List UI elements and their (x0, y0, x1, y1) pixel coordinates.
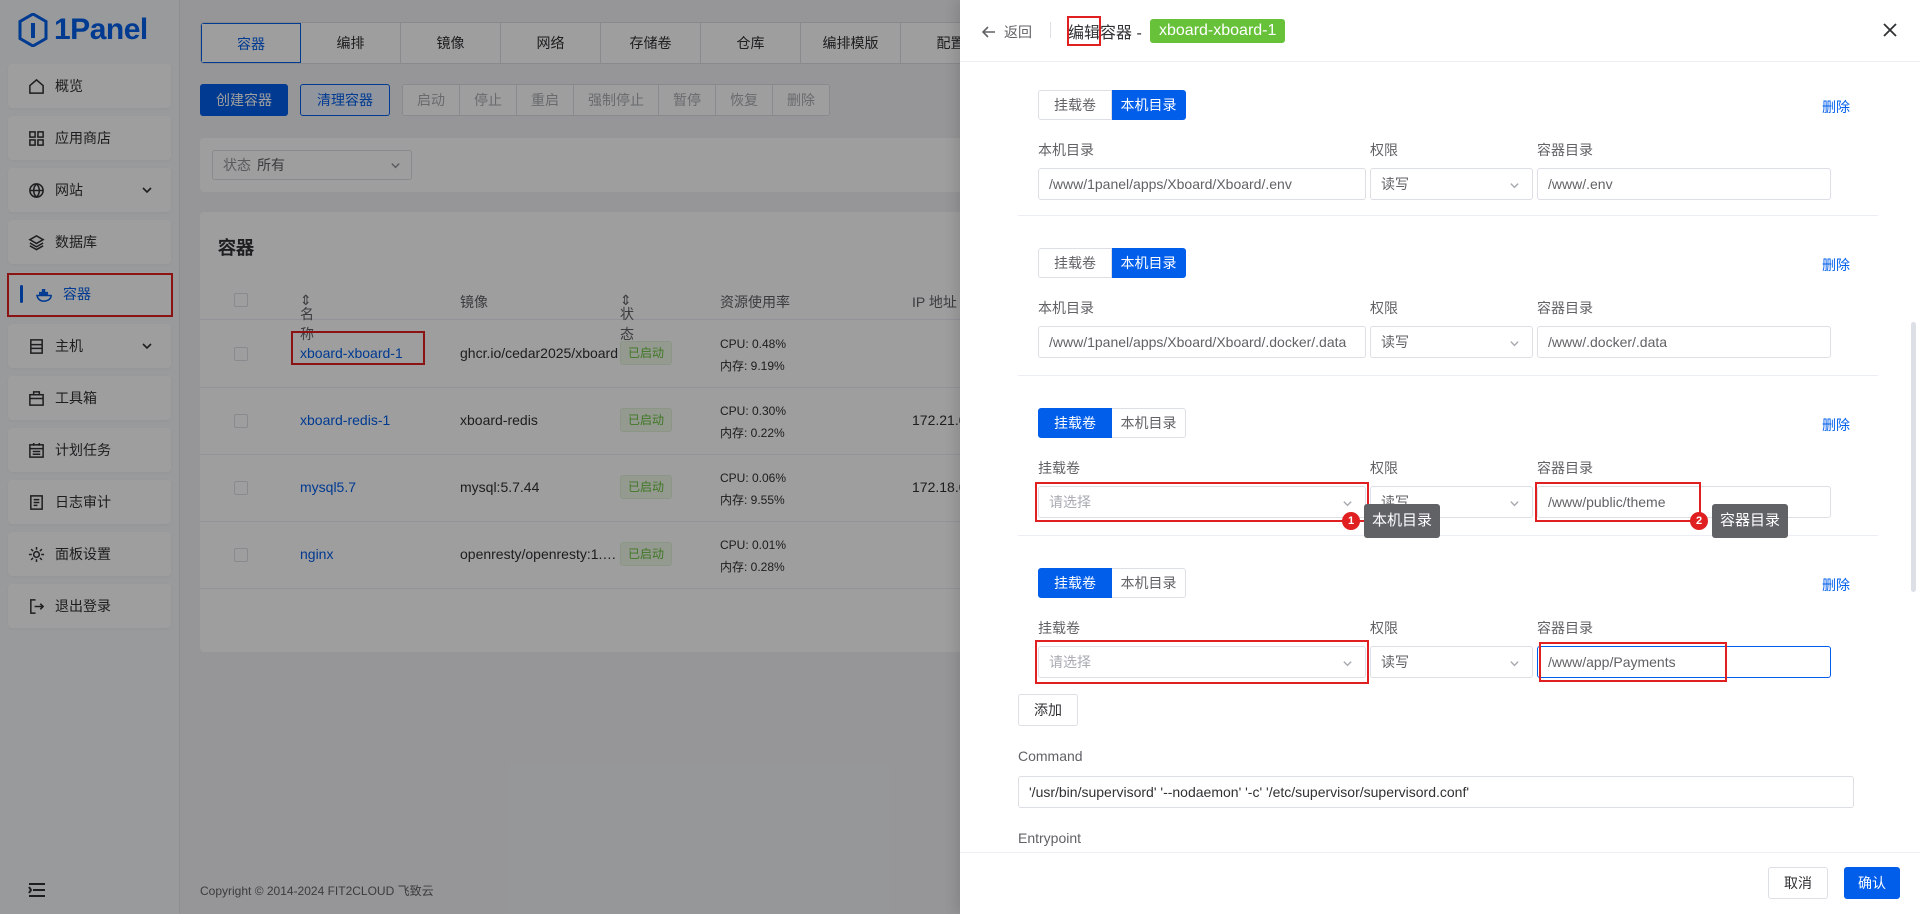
host-dir-input[interactable]: /www/1panel/apps/Xboard/Xboard/.docker/.… (1038, 326, 1366, 358)
header-divider (1050, 22, 1051, 38)
volume-item: 挂载卷 本机目录 删除 挂载卷 权限 容器目录 请选择 读写 /www/publ… (1018, 382, 1878, 538)
permission-label: 权限 (1370, 142, 1398, 158)
annotation-badge-2: 2 (1690, 512, 1708, 530)
drawer-header: 返回 编辑容器 - xboard-xboard-1 (960, 0, 1920, 62)
mount-type-volume[interactable]: 挂载卷 (1038, 408, 1112, 438)
volume-select[interactable]: 请选择 (1038, 646, 1366, 678)
permission-select[interactable]: 读写 (1370, 168, 1533, 200)
mount-type-host[interactable]: 本机目录 (1112, 408, 1186, 438)
permission-value: 读写 (1381, 176, 1409, 192)
entrypoint-label: Entrypoint (1018, 830, 1082, 846)
chevron-down-icon (1510, 661, 1519, 667)
permission-select[interactable]: 读写 (1370, 326, 1533, 358)
mount-type-volume[interactable]: 挂载卷 (1038, 568, 1112, 598)
delete-volume-link[interactable]: 删除 (1822, 255, 1850, 275)
volume-item: 挂载卷 本机目录 删除 本机目录 权限 容器目录 /www/1panel/app… (1018, 62, 1878, 216)
back-button[interactable]: 返回 (982, 22, 1032, 42)
mount-type-switch: 挂载卷 本机目录 (1038, 568, 1186, 598)
permission-label: 权限 (1370, 300, 1398, 316)
chevron-down-icon (1343, 661, 1352, 667)
mount-type-host[interactable]: 本机目录 (1112, 568, 1186, 598)
drawer-footer: 取消 确认 (960, 852, 1920, 914)
confirm-button[interactable]: 确认 (1844, 867, 1900, 899)
arrow-left-icon (982, 26, 995, 38)
drawer-title: 编辑容器 - (1068, 25, 1142, 42)
volume-placeholder: 请选择 (1049, 654, 1091, 670)
container-dir-label: 容器目录 (1537, 460, 1593, 476)
container-dir-label: 容器目录 (1537, 300, 1593, 316)
permission-select[interactable]: 读写 (1370, 646, 1533, 678)
volume-select[interactable]: 请选择 (1038, 486, 1366, 518)
host-dir-label: 本机目录 (1038, 142, 1094, 158)
back-label: 返回 (1004, 24, 1032, 40)
host-dir-input[interactable]: /www/1panel/apps/Xboard/Xboard/.env (1038, 168, 1366, 200)
permission-value: 读写 (1381, 334, 1409, 350)
volume-label: 挂载卷 (1038, 460, 1080, 476)
container-dir-input[interactable]: /www/.env (1537, 168, 1831, 200)
container-name-tag: xboard-xboard-1 (1150, 19, 1286, 43)
mount-type-volume[interactable]: 挂载卷 (1038, 248, 1112, 278)
command-input[interactable]: '/usr/bin/supervisord' '--nodaemon' '-c'… (1018, 776, 1854, 808)
delete-volume-link[interactable]: 删除 (1822, 97, 1850, 117)
chevron-down-icon (1510, 183, 1519, 189)
chevron-down-icon (1510, 501, 1519, 507)
mount-type-switch: 挂载卷 本机目录 (1038, 248, 1186, 278)
mount-type-host[interactable]: 本机目录 (1112, 90, 1186, 120)
chevron-down-icon (1343, 501, 1352, 507)
add-volume-button[interactable]: 添加 (1018, 694, 1078, 726)
permission-label: 权限 (1370, 460, 1398, 476)
volume-item: 挂载卷 本机目录 删除 挂载卷 权限 容器目录 请选择 读写 /www/app/… (1018, 542, 1878, 696)
annotation-badge-1: 1 (1342, 512, 1360, 530)
container-dir-input[interactable]: /www/app/Payments (1537, 646, 1831, 678)
container-dir-label: 容器目录 (1537, 620, 1593, 636)
delete-volume-link[interactable]: 删除 (1822, 575, 1850, 595)
mount-type-volume[interactable]: 挂载卷 (1038, 90, 1112, 120)
drawer-scrollbar[interactable] (1911, 322, 1916, 592)
mount-type-switch: 挂载卷 本机目录 (1038, 90, 1186, 120)
mount-type-switch: 挂载卷 本机目录 (1038, 408, 1186, 438)
drawer-body: 挂载卷 本机目录 删除 本机目录 权限 容器目录 /www/1panel/app… (960, 62, 1920, 852)
volume-item: 挂载卷 本机目录 删除 本机目录 权限 容器目录 /www/1panel/app… (1018, 222, 1878, 376)
tooltip-host-dir: 本机目录 (1364, 504, 1441, 538)
chevron-down-icon (1510, 341, 1519, 347)
volume-placeholder: 请选择 (1049, 494, 1091, 510)
volume-label: 挂载卷 (1038, 620, 1080, 636)
tooltip-container-dir: 容器目录 (1712, 504, 1789, 538)
delete-volume-link[interactable]: 删除 (1822, 415, 1850, 435)
edit-container-drawer: 返回 编辑容器 - xboard-xboard-1 挂载卷 本机目录 删除 本机… (960, 0, 1920, 914)
mount-type-host[interactable]: 本机目录 (1112, 248, 1186, 278)
modal-overlay[interactable] (0, 0, 960, 914)
container-dir-label: 容器目录 (1537, 142, 1593, 158)
container-dir-input[interactable]: /www/.docker/.data (1537, 326, 1831, 358)
close-icon[interactable] (1882, 22, 1898, 38)
permission-label: 权限 (1370, 620, 1398, 636)
permission-value: 读写 (1381, 654, 1409, 670)
command-label: Command (1018, 748, 1083, 764)
cancel-button[interactable]: 取消 (1768, 867, 1828, 899)
host-dir-label: 本机目录 (1038, 300, 1094, 316)
